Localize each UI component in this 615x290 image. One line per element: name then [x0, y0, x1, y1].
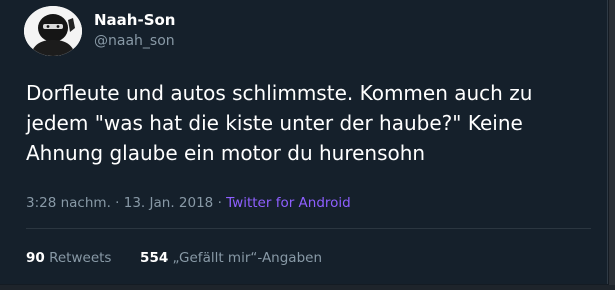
avatar[interactable] — [24, 6, 82, 56]
window-edge — [609, 0, 615, 290]
tweet-source-link[interactable]: Twitter for Android — [226, 195, 351, 211]
tweet-stats: 90 Retweets 554 „Gefällt mir“-Angaben — [26, 250, 322, 266]
masked-face-avatar-icon — [24, 6, 82, 56]
likes-label: „Gefällt mir“-Angaben — [172, 250, 323, 266]
retweets-label: Retweets — [49, 250, 112, 266]
retweets-count: 90 — [26, 250, 45, 266]
tweet-text-line: Dorfleute und autos schlimmste. Kommen a… — [26, 81, 533, 105]
tweet-text-line: Ahnung glaube ein motor du hurensohn — [26, 141, 426, 165]
retweets-stat[interactable]: 90 Retweets — [26, 250, 116, 266]
divider — [26, 228, 591, 229]
meta-separator: · — [115, 195, 120, 211]
user-handle[interactable]: @naah_son — [94, 33, 175, 49]
tweet-meta: 3:28 nachm. · 13. Jan. 2018 · Twitter fo… — [26, 195, 351, 211]
likes-stat[interactable]: 554 „Gefällt mir“-Angaben — [140, 250, 322, 266]
display-name[interactable]: Naah-Son — [94, 11, 176, 29]
meta-separator: · — [217, 195, 222, 211]
tweet-text-line: jedem "was hat die kiste unter der haube… — [26, 111, 523, 135]
likes-count: 554 — [140, 250, 169, 266]
tweet-text: Dorfleute und autos schlimmste. Kommen a… — [26, 78, 601, 168]
tweet-date[interactable]: 13. Jan. 2018 — [124, 195, 214, 211]
tweet-time[interactable]: 3:28 nachm. — [26, 195, 111, 211]
tweet-card: Naah-Son @naah_son Dorfleute und autos s… — [0, 0, 608, 284]
window-edge — [0, 285, 615, 290]
